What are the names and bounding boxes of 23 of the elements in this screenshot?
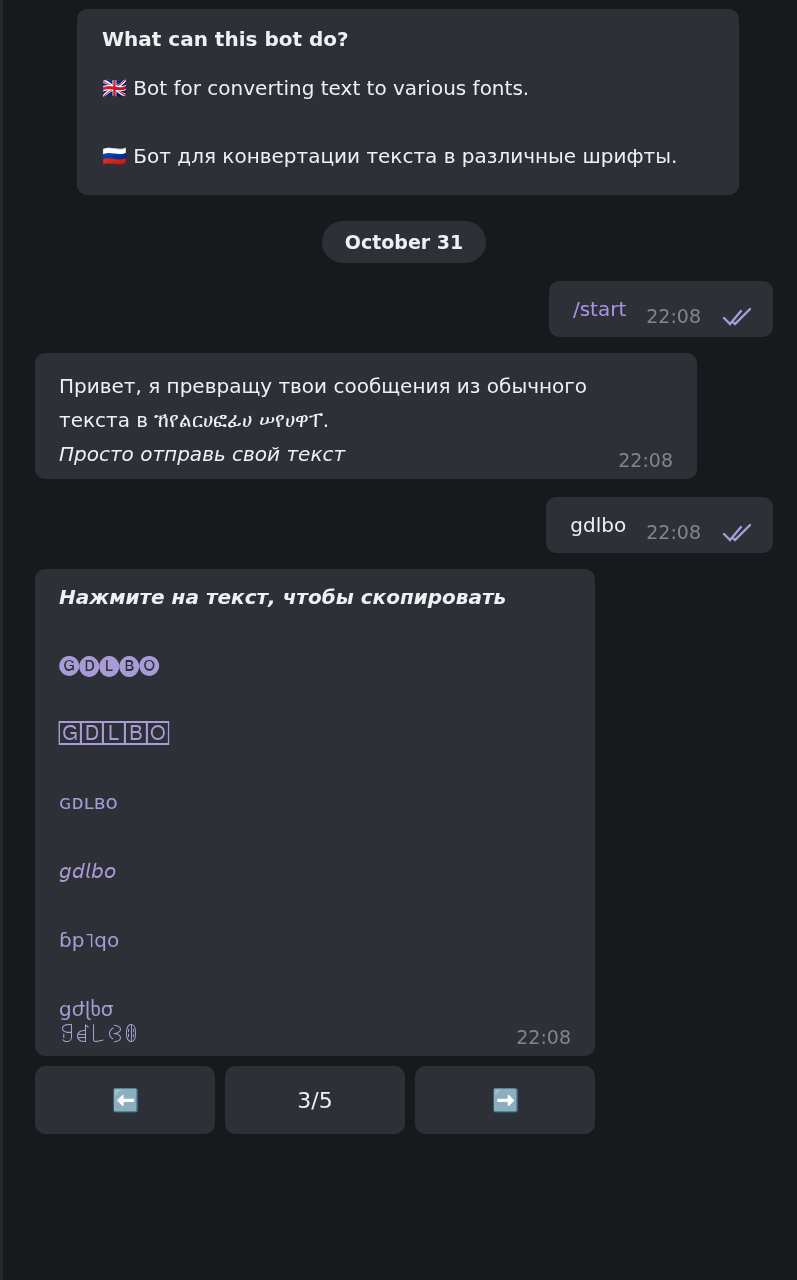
message-time: 22:08 — [646, 521, 701, 543]
message-text: Привет, я превращу твои сообщения из обычного текста в ኸየልርሀፎፊሀ ሠየሀዋፐ. — [59, 373, 589, 434]
message-text: Просто отправь свой текст — [59, 441, 346, 468]
intro-title: What can this bot do? — [102, 27, 350, 51]
intro-text: 🇬🇧 Bot for converting text to various fonts. — [102, 75, 531, 102]
keyboard-button[interactable]: 3/5 — [225, 1066, 405, 1134]
message-time: 22:08 — [646, 305, 701, 327]
copy-text[interactable]: ɢᴅʟʙᴏ — [59, 789, 571, 815]
keyboard-button[interactable]: ⬅ — [35, 1066, 215, 1134]
message-heading: Нажмите на текст, чтобы скопировать — [59, 585, 508, 609]
copy-text[interactable]: ցժɭხσ — [59, 996, 571, 1022]
copy-text[interactable]: ɓp˥qo — [59, 927, 571, 953]
message-text: gdlbo — [570, 513, 627, 539]
intro-text: 🇷🇺 Бот для конвертации текста в различные шрифты. — [102, 143, 679, 170]
copy-text[interactable]: ꍌꀸ꒒ꃳꂦ — [59, 1022, 139, 1048]
copy-text[interactable]: 🅖🅓🅛🅑🅞 — [59, 651, 571, 677]
copy-text[interactable]: 🄶🄳🄻🄱🄾 — [59, 720, 571, 746]
message-time: 22:08 — [516, 1026, 571, 1048]
keyboard-button[interactable]: ➡ — [415, 1066, 595, 1134]
command-link[interactable]: /start — [572, 297, 627, 327]
message-time: 22:08 — [618, 449, 673, 471]
date-chip: October 31 — [321, 221, 487, 263]
copy-text[interactable]: 𝘨𝘥𝘭𝘣𝘰 — [59, 858, 571, 884]
